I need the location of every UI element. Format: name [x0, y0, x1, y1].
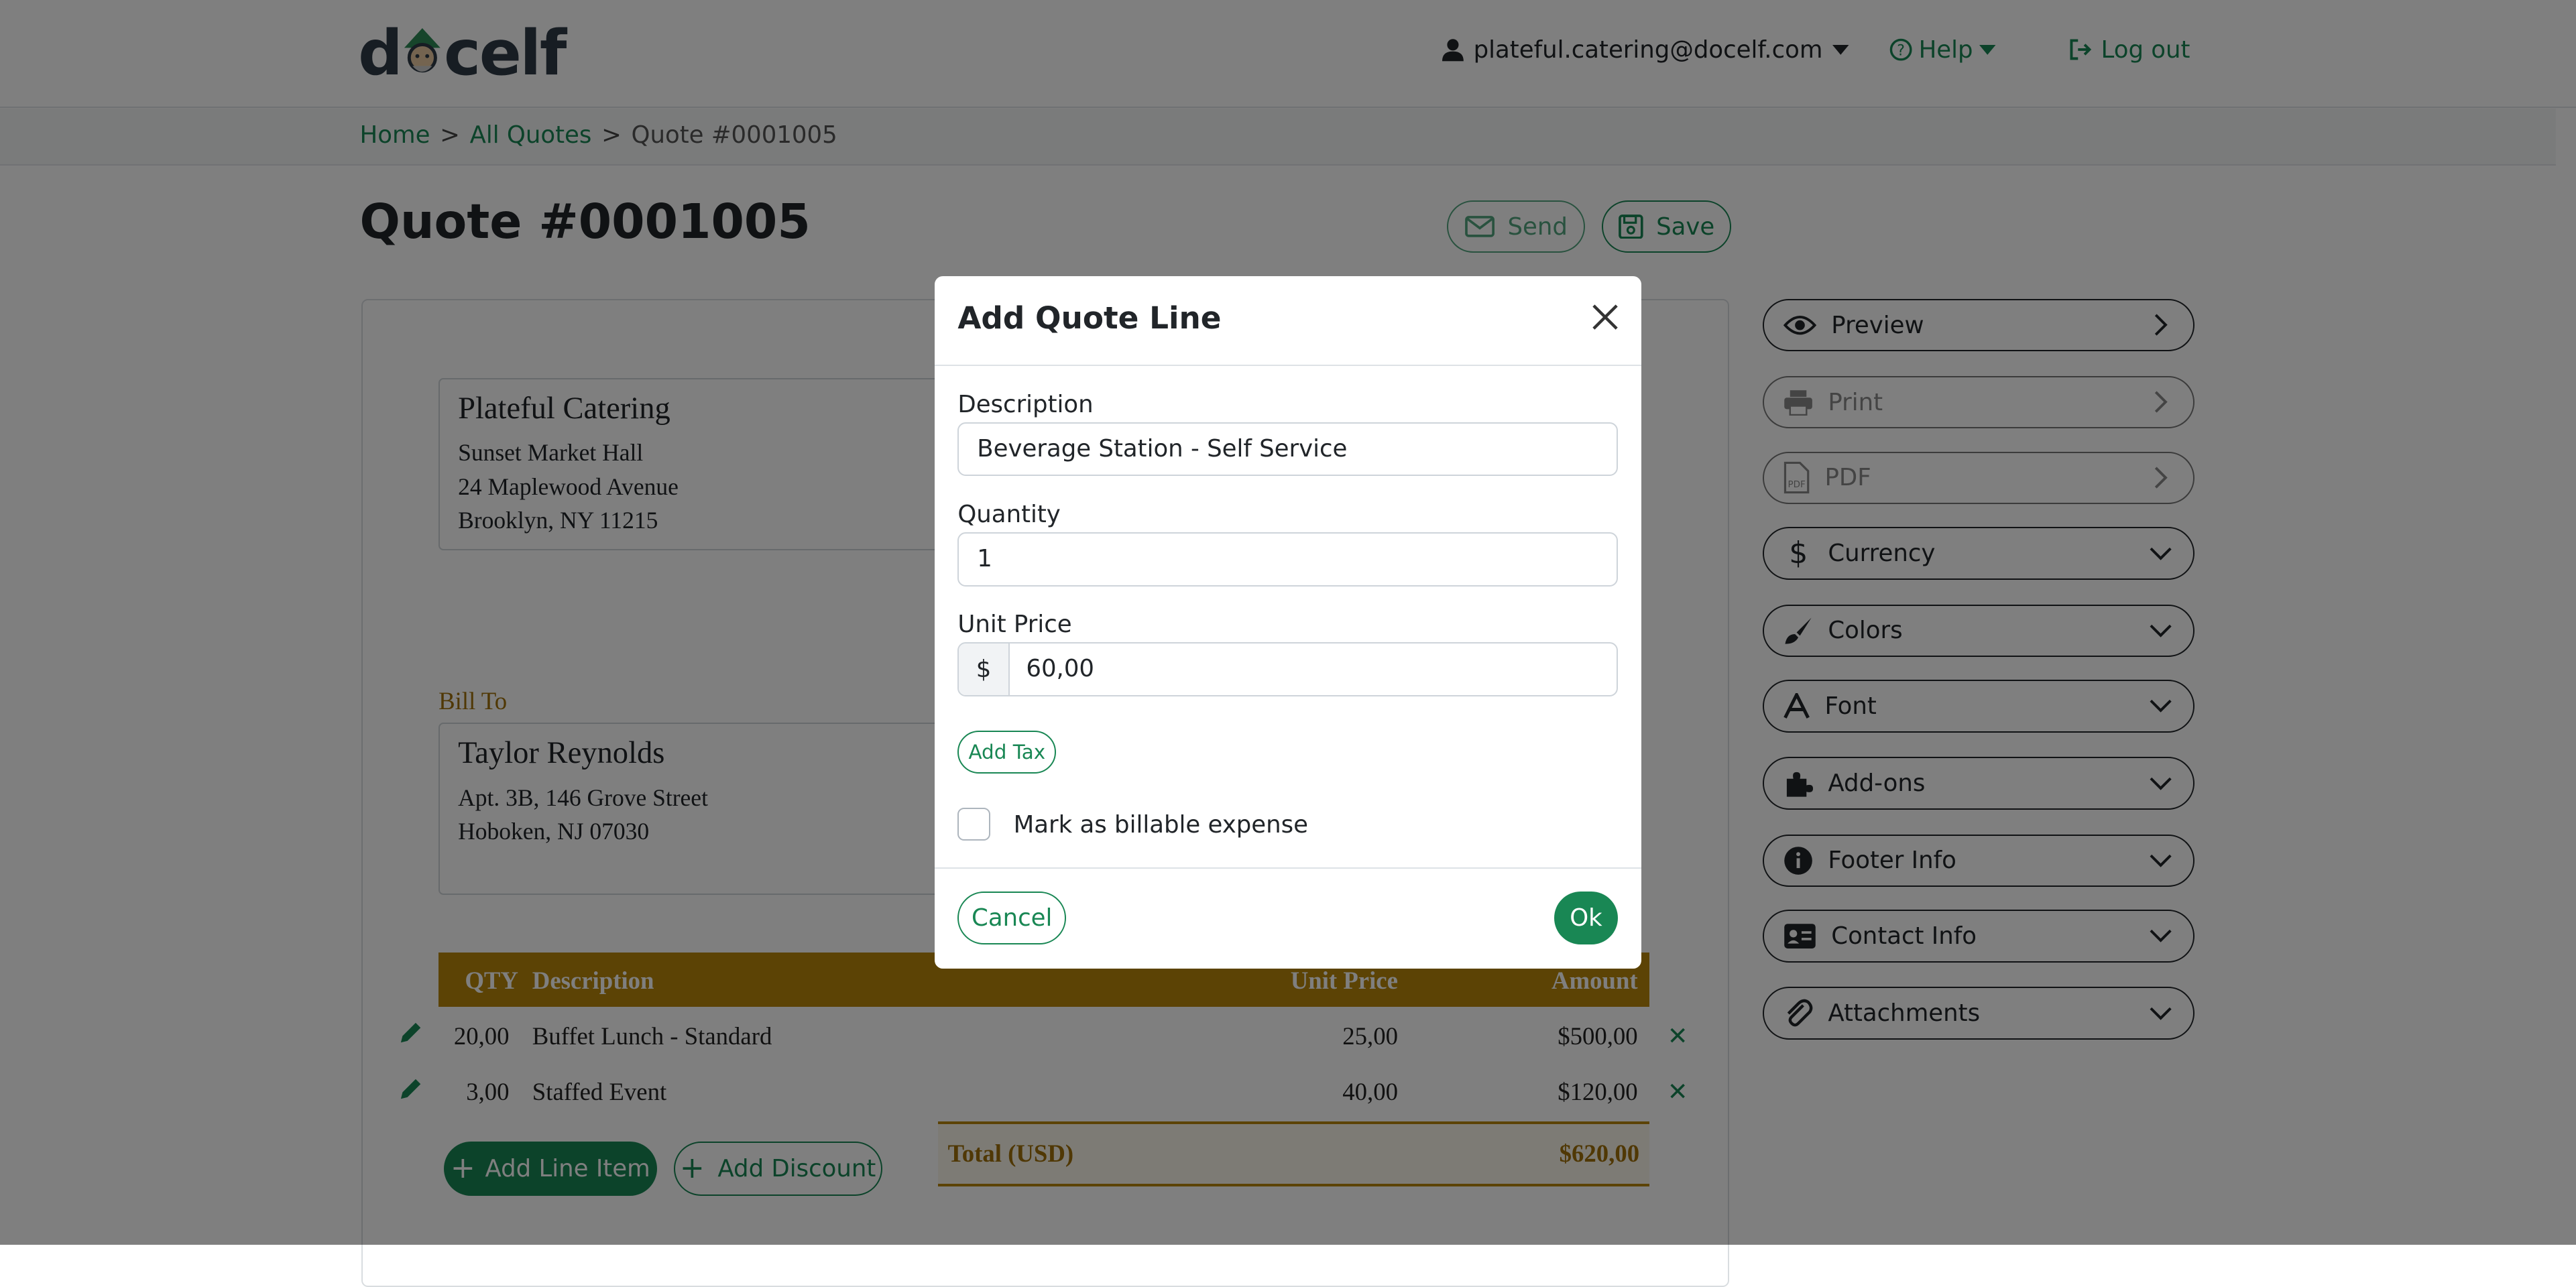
description-input[interactable]: Beverage Station - Self Service: [957, 422, 1619, 477]
description-label: Description: [957, 391, 1094, 419]
billable-expense-checkbox[interactable]: [957, 808, 991, 841]
quantity-input[interactable]: 1: [957, 532, 1619, 587]
currency-prefix: $: [959, 643, 1010, 695]
close-icon[interactable]: [1590, 302, 1620, 332]
add-quote-line-modal: Add Quote Line Description Beverage Stat…: [935, 275, 1641, 969]
add-tax-button[interactable]: Add Tax: [957, 731, 1057, 774]
billable-expense-label: Mark as billable expense: [1013, 811, 1309, 839]
modal-title: Add Quote Line: [957, 300, 1222, 336]
ok-button[interactable]: Ok: [1554, 892, 1619, 944]
quantity-label: Quantity: [957, 501, 1061, 529]
unit-price-label: Unit Price: [957, 611, 1072, 639]
modal-footer-divider: [935, 867, 1641, 869]
app-root: dcelf plateful.catering@docelf.com ? Hel…: [0, 0, 2576, 1287]
cancel-button[interactable]: Cancel: [957, 892, 1067, 944]
unit-price-input[interactable]: 60,00: [1010, 644, 1111, 695]
unit-price-group: $ 60,00: [957, 641, 1619, 696]
